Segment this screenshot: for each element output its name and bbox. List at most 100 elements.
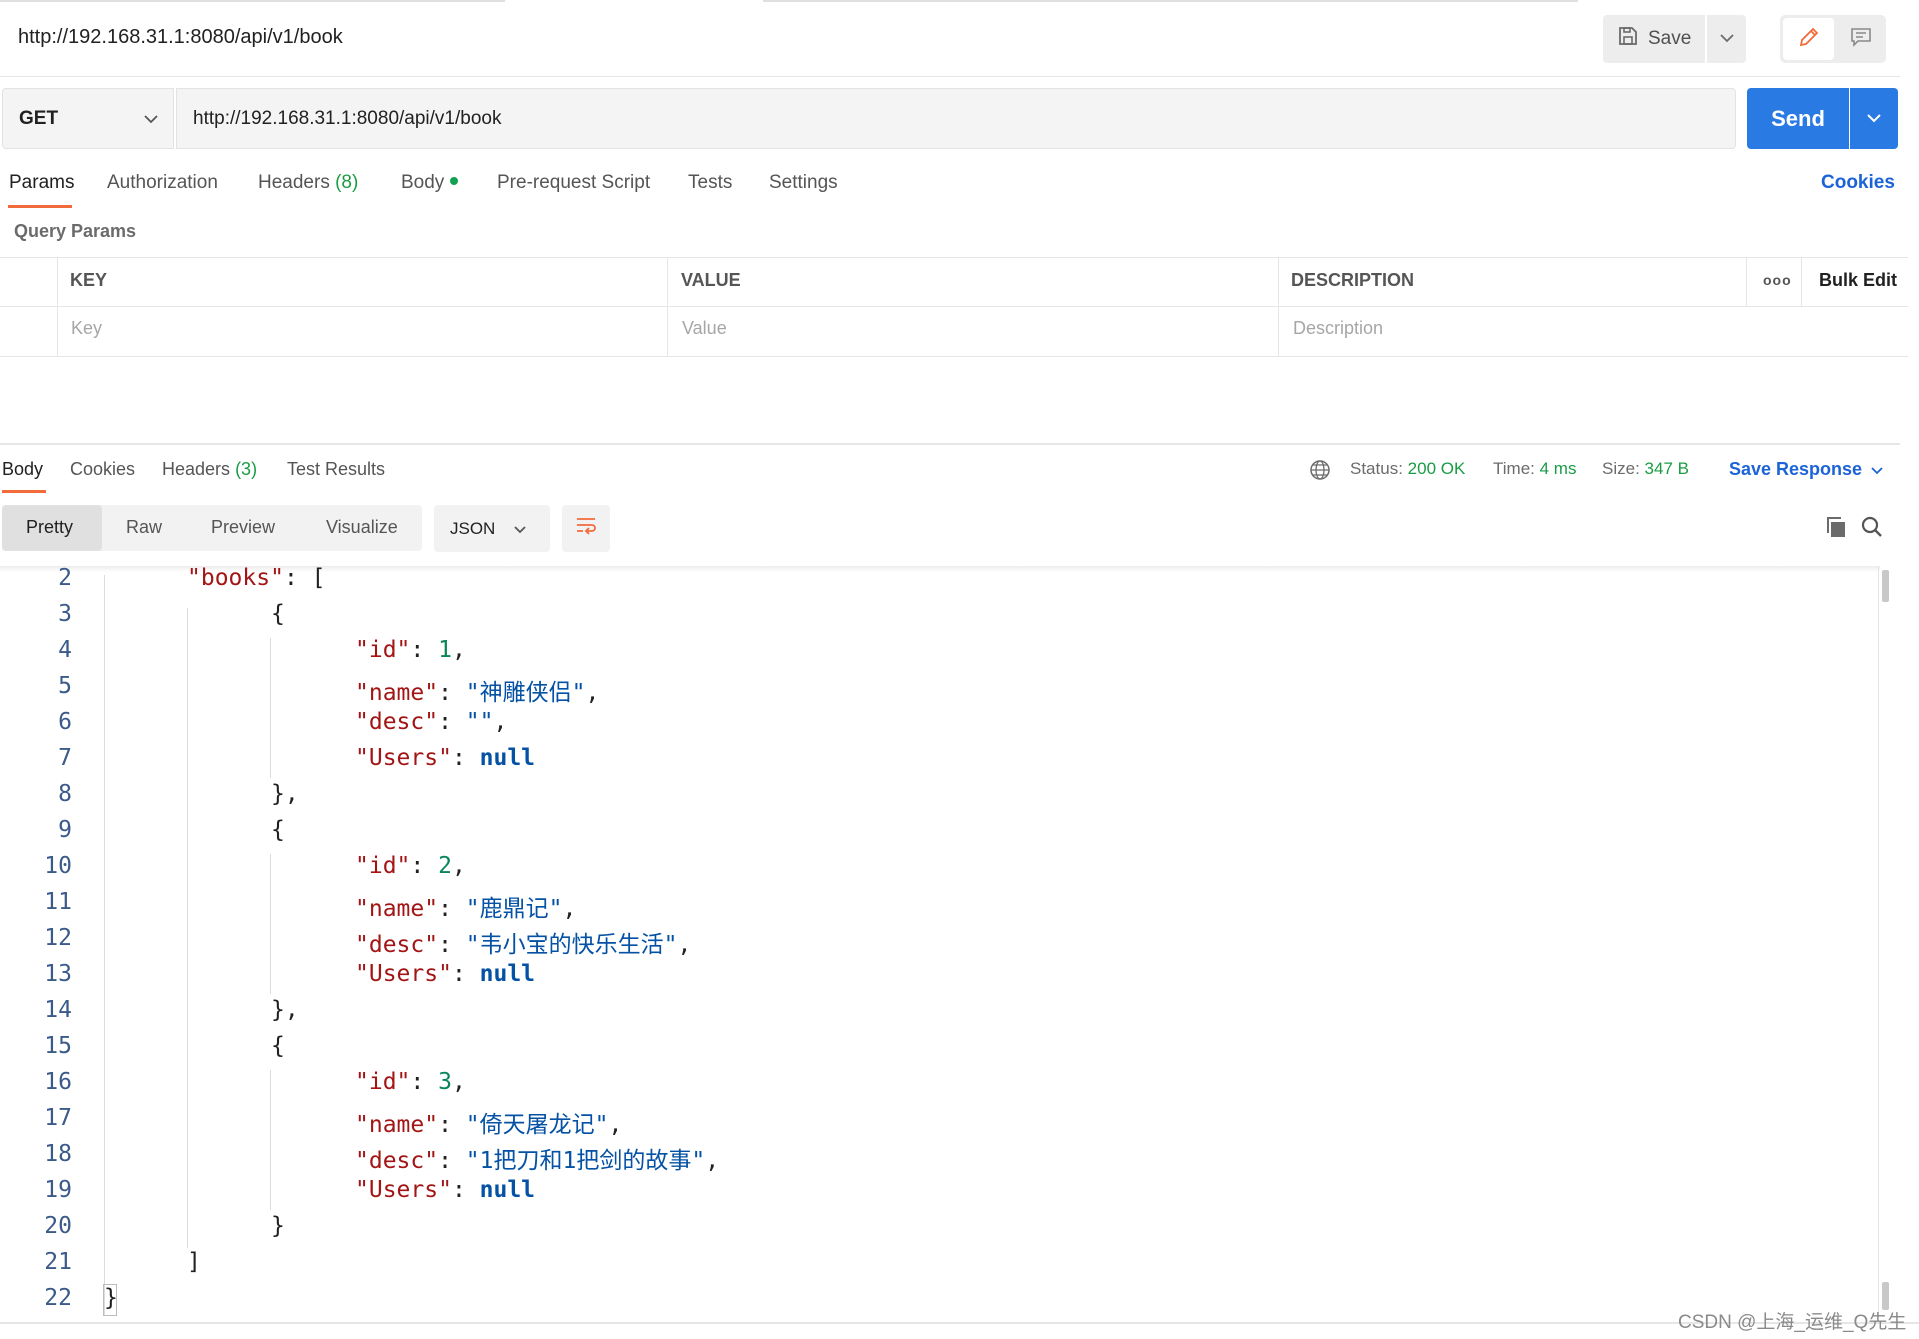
json-punct: :: [410, 853, 439, 879]
url-input[interactable]: http://192.168.31.1:8080/api/v1/book: [176, 88, 1736, 149]
size-value: 347 B: [1644, 459, 1689, 478]
table-col-divider: [1801, 257, 1802, 307]
method-label: GET: [19, 107, 59, 129]
param-key-input[interactable]: Key: [71, 318, 102, 339]
line-number: 22: [44, 1285, 72, 1311]
wrap-lines-button[interactable]: [562, 505, 610, 552]
save-label: Save: [1648, 28, 1692, 49]
chevron-down-icon: [1866, 110, 1882, 128]
pencil-icon: [1797, 25, 1821, 54]
code-line: "name": "倚天屠龙记",: [355, 1105, 622, 1139]
code-line: "Users": null: [355, 1177, 535, 1203]
indent-guide: [187, 608, 188, 1248]
json-punct: :: [438, 932, 466, 958]
response-tab-body[interactable]: Body: [2, 459, 43, 480]
tab-authorization[interactable]: Authorization: [107, 172, 218, 194]
more-options-icon[interactable]: ooo: [1763, 272, 1792, 288]
save-options-button[interactable]: [1707, 15, 1746, 63]
response-status: Status: 200 OK: [1350, 459, 1465, 479]
code-line: "name": "鹿鼎记",: [355, 889, 576, 923]
language-label: JSON: [450, 518, 496, 538]
json-key-desc: "desc": [355, 932, 439, 958]
tab-params[interactable]: Params: [9, 172, 74, 194]
response-tab-test-results[interactable]: Test Results: [287, 459, 385, 480]
request-title[interactable]: http://192.168.31.1:8080/api/v1/book: [18, 26, 343, 49]
line-number: 17: [44, 1105, 72, 1131]
json-value-name: "鹿鼎记": [465, 896, 563, 922]
indent-guide: [270, 1070, 271, 1210]
response-tab-headers-count: (3): [235, 459, 258, 479]
code-line: {: [271, 601, 285, 627]
line-number: 8: [58, 781, 72, 807]
format-preview[interactable]: Preview: [211, 517, 275, 538]
json-punct: :: [438, 896, 466, 922]
wrap-lines-icon: [574, 515, 598, 542]
json-key-books: "books": [187, 565, 284, 591]
footer-divider: [0, 1322, 1919, 1324]
cookies-link[interactable]: Cookies: [1821, 172, 1895, 194]
bulk-edit-button[interactable]: Bulk Edit: [1819, 270, 1897, 291]
code-line: },: [271, 781, 299, 807]
edit-mode-button[interactable]: [1783, 18, 1834, 60]
code-line: }: [271, 1213, 285, 1239]
tab-pre-request-script[interactable]: Pre-request Script: [497, 172, 650, 194]
format-raw[interactable]: Raw: [126, 517, 162, 538]
json-punct: ,: [705, 1148, 720, 1174]
table-col-divider: [57, 257, 58, 357]
tab-body[interactable]: Body: [401, 172, 459, 194]
tab-headers[interactable]: Headers (8): [258, 172, 358, 194]
param-value-input[interactable]: Value: [682, 318, 727, 339]
json-punct: ,: [585, 680, 600, 706]
json-value-null: null: [479, 961, 536, 987]
json-value-null: null: [479, 1177, 536, 1203]
copy-icon[interactable]: [1824, 515, 1848, 544]
chevron-down-icon: [513, 519, 527, 539]
code-line: },: [271, 997, 299, 1023]
code-line: "Users": null: [355, 961, 535, 987]
response-divider[interactable]: [0, 443, 1900, 445]
code-line: }: [104, 1285, 118, 1311]
line-number: 18: [44, 1141, 72, 1167]
search-icon[interactable]: [1860, 515, 1884, 544]
comments-button[interactable]: [1838, 18, 1884, 60]
response-tab-headers-label: Headers: [162, 459, 231, 479]
line-number: 15: [44, 1033, 72, 1059]
json-value-id: 3: [438, 1069, 452, 1095]
json-key-name: "name": [355, 680, 439, 706]
code-line: "desc": "",: [355, 709, 507, 735]
tab-body-label: Body: [401, 172, 445, 193]
json-key-id: "id": [355, 853, 411, 879]
response-tab-headers[interactable]: Headers (3): [162, 459, 257, 480]
json-punct: ,: [451, 637, 466, 663]
send-options-button[interactable]: [1850, 88, 1898, 149]
json-value-null: null: [479, 745, 536, 771]
code-scrollbar-thumb-bottom[interactable]: [1882, 1282, 1889, 1310]
tab-settings[interactable]: Settings: [769, 172, 838, 194]
json-value-id: 2: [438, 853, 452, 879]
line-number: 11: [44, 889, 72, 915]
code-scrollbar-thumb[interactable]: [1882, 570, 1889, 602]
format-pretty[interactable]: Pretty: [26, 517, 73, 538]
param-description-input[interactable]: Description: [1293, 318, 1383, 339]
line-number: 19: [44, 1177, 72, 1203]
code-line: "desc": "韦小宝的快乐生活",: [355, 925, 691, 959]
json-punct: :: [451, 1177, 480, 1203]
column-header-value: VALUE: [681, 270, 741, 290]
send-button[interactable]: Send: [1747, 88, 1849, 149]
json-value-name: "神雕侠侣": [465, 680, 586, 706]
code-line: "id": 1,: [355, 637, 466, 663]
response-time: Time: 4 ms: [1493, 459, 1576, 479]
tab-tests[interactable]: Tests: [688, 172, 732, 194]
line-number: 10: [44, 853, 72, 879]
method-select[interactable]: GET: [2, 88, 174, 149]
response-tab-cookies[interactable]: Cookies: [70, 459, 135, 480]
line-number: 5: [58, 673, 72, 699]
save-response-button[interactable]: Save Response: [1729, 459, 1884, 480]
body-indicator-dot: [450, 176, 459, 185]
globe-icon[interactable]: [1308, 458, 1332, 487]
format-visualize[interactable]: Visualize: [326, 517, 398, 538]
line-number: 14: [44, 997, 72, 1023]
save-button[interactable]: Save: [1603, 15, 1705, 63]
language-select[interactable]: JSON: [434, 505, 550, 552]
line-number: 4: [58, 637, 72, 663]
